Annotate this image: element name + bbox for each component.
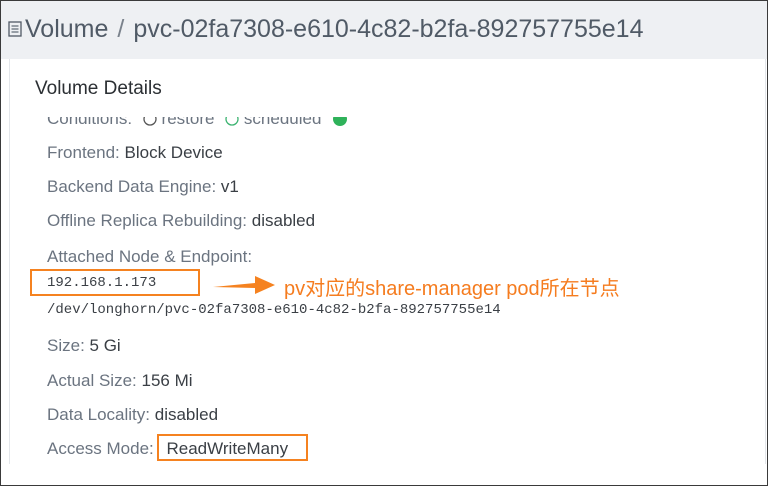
access-mode-label: Access Mode: <box>47 439 154 458</box>
arrow-icon <box>213 276 275 294</box>
frontend-value: Block Device <box>124 143 223 162</box>
size-value: 5 Gi <box>89 336 121 355</box>
highlight-box-node <box>30 269 200 296</box>
highlight-box-access-mode <box>157 434 308 461</box>
circle-icon <box>225 117 239 126</box>
condition-restore: restore <box>161 117 215 127</box>
offline-rebuild-row: Offline Replica Rebuilding: disabled <box>47 211 315 231</box>
document-icon <box>8 21 22 37</box>
circle-icon <box>143 117 157 126</box>
card-title: Volume Details <box>35 78 162 99</box>
check-circle-icon <box>333 117 348 126</box>
data-locality-label: Data Locality: <box>47 405 150 424</box>
page-header: Volume / pvc-02fa7308-e610-4c82-b2fa-89275… <box>1 1 767 59</box>
annotation-text: pv对应的share-manager pod所在节点 <box>284 278 620 300</box>
actual-size-value: 156 Mi <box>141 371 193 390</box>
breadcrumb-separator: / <box>117 15 125 43</box>
breadcrumb: Volume / pvc-02fa7308-e610-4c82-b2fa-89275… <box>25 14 643 44</box>
attached-label: Attached Node & Endpoint: <box>47 247 253 266</box>
data-locality-row: Data Locality: disabled <box>47 405 218 425</box>
data-locality-value: disabled <box>154 405 219 424</box>
screenshot-frame: Volume / pvc-02fa7308-e610-4c82-b2fa-89275… <box>0 0 768 486</box>
backend-engine-value: v1 <box>220 177 239 196</box>
offline-rebuild-label: Offline Replica Rebuilding: <box>47 211 248 230</box>
breadcrumb-volume-link[interactable]: Volume <box>25 15 108 43</box>
conditions-label: Conditions: <box>47 117 133 127</box>
condition-scheduled: scheduled <box>243 117 322 127</box>
attached-endpoint: /dev/longhorn/pvc-02fa7308-e610-4c82-b2f… <box>47 302 501 318</box>
size-row: Size: 5 Gi <box>47 336 121 356</box>
actual-size-row: Actual Size: 156 Mi <box>47 371 193 391</box>
conditions-row: Conditions: restore scheduled <box>41 117 461 127</box>
frontend-row: Frontend: Block Device <box>47 143 223 163</box>
offline-rebuild-value: disabled <box>251 211 316 230</box>
backend-engine-row: Backend Data Engine: v1 <box>47 177 239 197</box>
backend-engine-label: Backend Data Engine: <box>47 177 217 196</box>
actual-size-label: Actual Size: <box>47 371 137 390</box>
volume-name: pvc-02fa7308-e610-4c82-b2fa-892757755e14 <box>133 15 644 43</box>
size-label: Size: <box>47 336 85 355</box>
frontend-label: Frontend: <box>47 143 120 162</box>
